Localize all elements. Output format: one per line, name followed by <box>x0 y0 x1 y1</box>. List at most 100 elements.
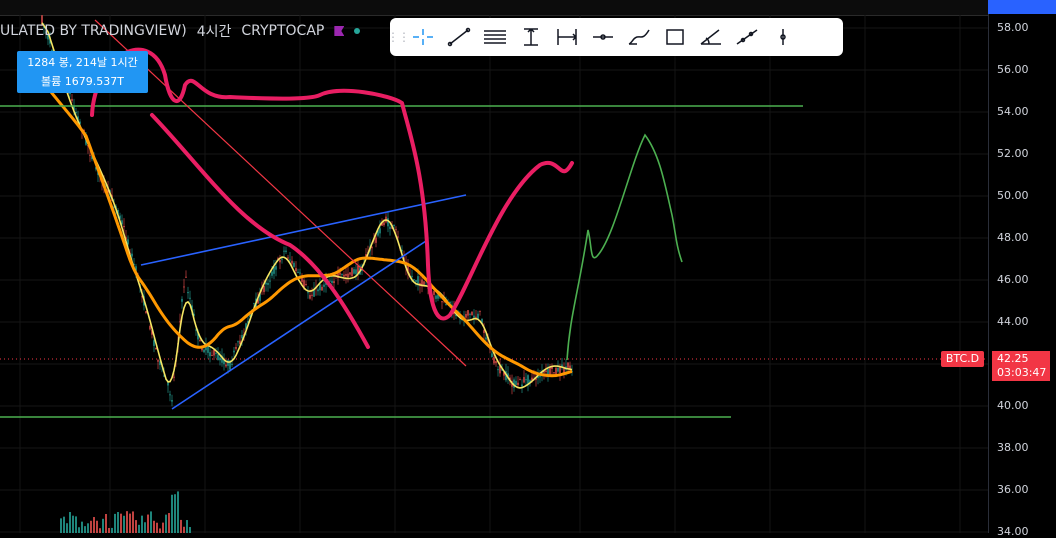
bar-countdown: 03:03:47 <box>997 366 1047 379</box>
date-range-icon[interactable] <box>550 21 584 53</box>
corner-button[interactable] <box>988 0 1056 14</box>
candle-body <box>549 367 551 375</box>
volume-bar <box>129 513 131 533</box>
candle-body <box>345 273 347 276</box>
volume-bar <box>105 513 107 533</box>
volume-bar <box>171 494 173 533</box>
price-axis-tick: 38.00 <box>997 441 1029 454</box>
candle-body <box>275 266 277 270</box>
price-axis-tick: 40.00 <box>997 399 1029 412</box>
candle-body <box>217 354 219 361</box>
volume-bar <box>183 526 185 533</box>
candle-body <box>415 280 417 283</box>
candle-body <box>281 258 283 260</box>
candle-body <box>389 226 391 229</box>
status-dot-icon <box>354 28 361 34</box>
candle-body <box>187 292 189 294</box>
candle-body <box>157 360 159 362</box>
candle-body <box>309 294 311 299</box>
candle-body <box>219 357 221 361</box>
chart-svg[interactable] <box>0 15 988 533</box>
candle-body <box>313 289 315 297</box>
candle-body <box>341 273 343 275</box>
candle-body <box>319 284 321 291</box>
volume-bar <box>63 516 65 533</box>
brush-drawing-pink-2 <box>150 113 370 349</box>
candle-body <box>477 313 479 320</box>
candle-body <box>71 98 73 101</box>
price-axis-tick: 56.00 <box>997 63 1029 76</box>
parallel-channel-icon[interactable] <box>478 21 512 53</box>
price-axis-tick: 54.00 <box>997 105 1029 118</box>
candle-body <box>241 335 243 339</box>
volume-bar <box>174 494 176 533</box>
price-axis-tick: 36.00 <box>997 483 1029 496</box>
symbol-tag: BTC.D <box>941 351 984 367</box>
candle-body <box>317 289 319 292</box>
drag-handle-icon[interactable]: ⋮⋮ <box>387 18 410 56</box>
candle-body <box>199 340 201 342</box>
candle-body <box>515 380 517 385</box>
brush-icon[interactable] <box>622 21 656 53</box>
candle-body <box>267 282 269 285</box>
legend-title: ULATED BY TRADINGVIEW) <box>0 23 187 39</box>
candle-body <box>253 302 255 304</box>
price-axis[interactable]: 58.00 56.00 54.00 52.00 50.00 48.00 46.00 44.00… <box>988 0 1056 538</box>
wedge-lower-line <box>171 240 427 410</box>
chart-canvas[interactable] <box>0 15 988 533</box>
downtrend-line <box>94 19 467 367</box>
chart-grid <box>0 15 988 533</box>
top-toolbar-strip <box>0 0 988 16</box>
candle-body <box>235 347 237 349</box>
candle-body <box>545 370 547 373</box>
volume-bar <box>66 523 68 533</box>
last-price-tag: 42.25 03:03:47 <box>992 351 1050 381</box>
candle-body <box>485 337 487 340</box>
candle-body <box>307 292 309 294</box>
candle-body <box>287 257 289 259</box>
rectangle-icon[interactable] <box>658 21 692 53</box>
volume-bar <box>147 514 149 533</box>
candle-body <box>469 313 471 315</box>
candle-body <box>413 279 415 281</box>
candle-body <box>131 253 133 257</box>
tooltip-volume: 볼륨 1679.537T <box>41 75 124 88</box>
candle-body <box>527 375 529 385</box>
candle-body <box>295 268 297 272</box>
candle-body <box>237 341 239 343</box>
candle-body <box>185 276 187 278</box>
chart-legend: ULATED BY TRADINGVIEW) 4시간 CRYPTOCAP <box>0 20 370 42</box>
candle-body <box>123 225 125 228</box>
horizontal-ray-icon[interactable] <box>586 21 620 53</box>
candle-body <box>269 280 271 282</box>
candle-body <box>69 92 71 95</box>
last-price-value: 42.25 <box>997 352 1029 365</box>
candle-body <box>351 267 353 277</box>
candle-body <box>167 382 169 386</box>
long-position-icon[interactable] <box>514 21 548 53</box>
vertical-line-icon[interactable] <box>766 21 800 53</box>
candle-body <box>473 315 475 318</box>
candle-body <box>467 310 469 316</box>
candle-body <box>339 272 341 275</box>
candle-body <box>173 376 175 378</box>
candle-body <box>353 269 355 274</box>
range-tooltip: 1284 봉, 214날 1시간 볼륨 1679.537T <box>17 51 148 93</box>
flag-icon[interactable] <box>334 26 345 36</box>
volume-bar <box>60 518 62 533</box>
candle-body <box>471 311 473 316</box>
angle-icon[interactable] <box>694 21 728 53</box>
candle-body <box>297 271 299 273</box>
trend-line-icon[interactable] <box>442 21 476 53</box>
candle-body <box>305 284 307 286</box>
crosshair-icon[interactable] <box>406 21 440 53</box>
candle-body <box>393 224 395 226</box>
extended-line-icon[interactable] <box>730 21 764 53</box>
candle-body <box>517 382 519 385</box>
candle-body <box>271 271 273 276</box>
tooltip-bars: 1284 봉, 214날 1시간 <box>27 56 138 69</box>
candle-body <box>383 222 385 226</box>
volume-bar <box>108 528 110 533</box>
candle-body <box>395 229 397 231</box>
brush-drawing-green <box>566 133 683 361</box>
